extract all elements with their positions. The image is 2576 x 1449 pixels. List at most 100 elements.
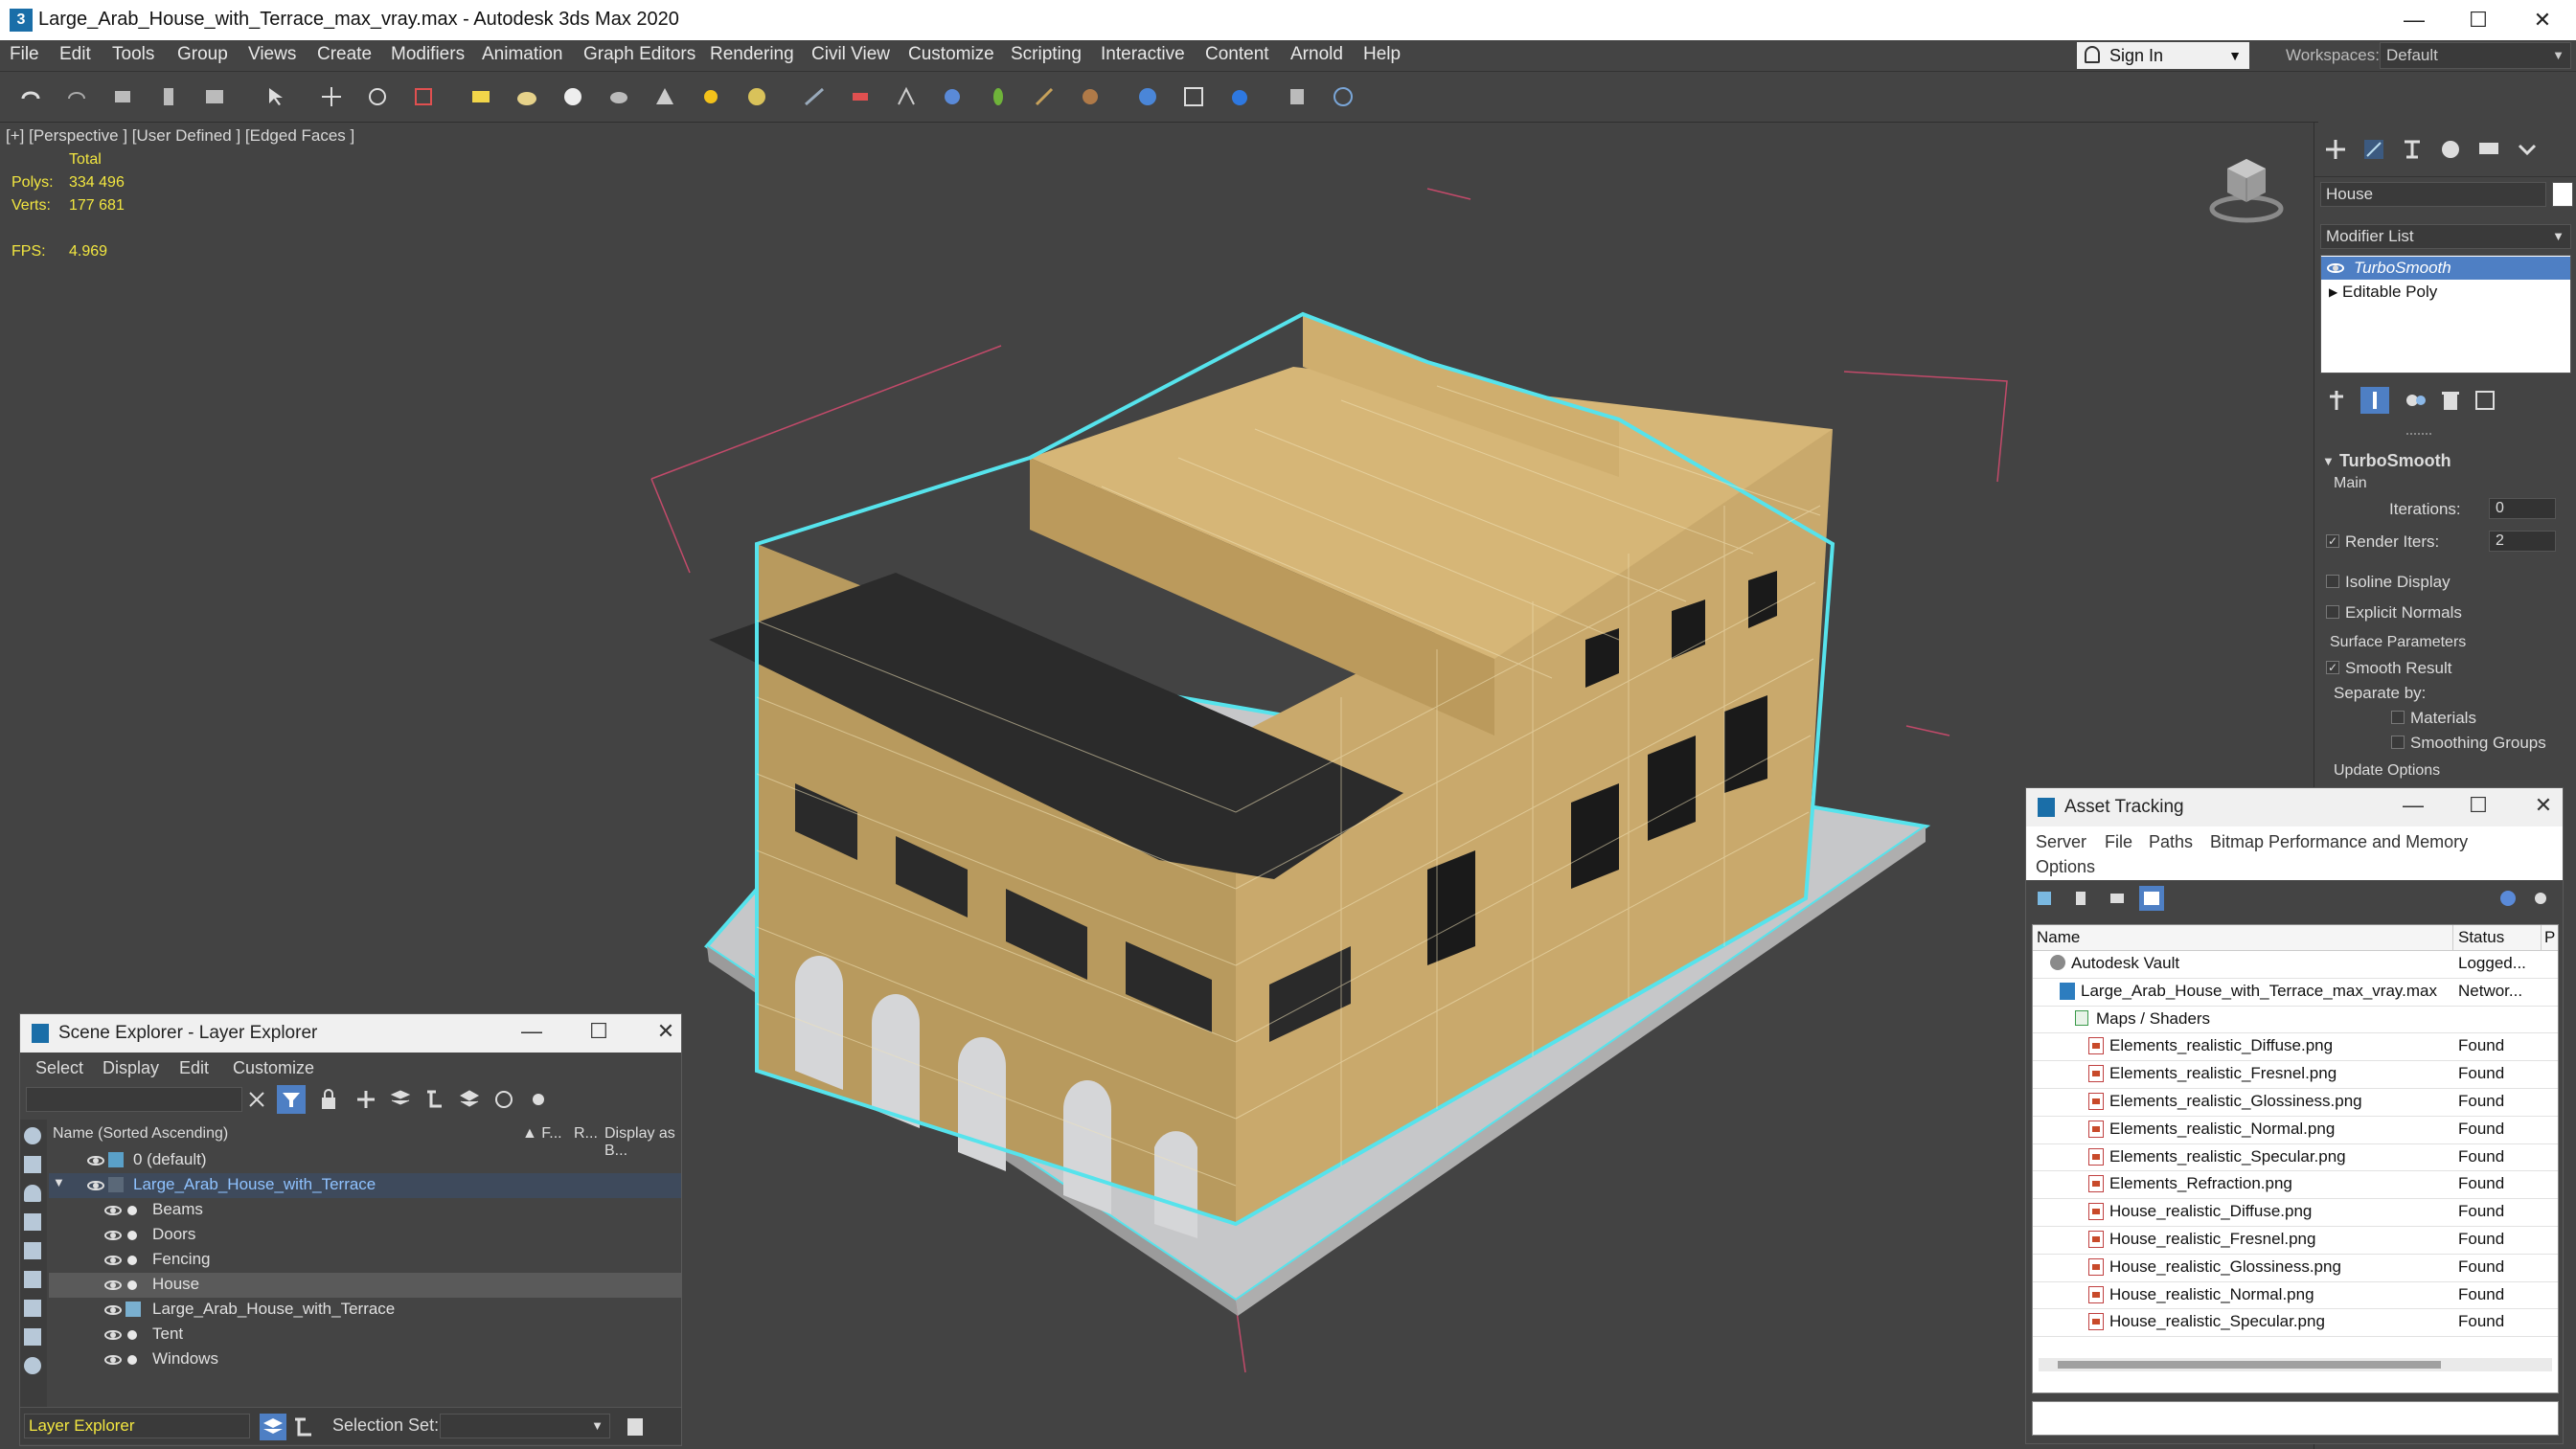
cameras-filter-icon[interactable] <box>24 1213 41 1231</box>
maximize-button[interactable]: ☐ <box>580 1019 618 1044</box>
scene-search-input[interactable] <box>26 1087 242 1112</box>
menu-content[interactable]: Content <box>1205 44 1269 65</box>
iterations-spinner[interactable]: 0 <box>2489 498 2556 519</box>
cloth-icon[interactable] <box>1079 85 1102 108</box>
maximize-button[interactable]: ☐ <box>2459 793 2497 818</box>
select-move-icon[interactable] <box>320 85 343 108</box>
menu-file[interactable]: File <box>2105 832 2132 852</box>
selection-set-dropdown[interactable]: ▼ <box>440 1414 610 1438</box>
eye-icon[interactable] <box>2327 263 2344 273</box>
asset-row[interactable]: House_realistic_Normal.png Found <box>2033 1281 2558 1310</box>
shapes-filter-icon[interactable] <box>24 1156 41 1173</box>
settings-icon[interactable] <box>528 1089 549 1110</box>
smooth-result-checkbox[interactable]: ✓ <box>2326 661 2339 674</box>
asset-row[interactable]: Elements_realistic_Diffuse.png Found <box>2033 1032 2558 1062</box>
make-unique-icon[interactable] <box>2405 389 2428 412</box>
schematic-icon[interactable] <box>895 85 918 108</box>
sign-in-dropdown[interactable]: Sign In ▼ <box>2077 42 2249 69</box>
utilities-tab-icon[interactable] <box>2516 138 2539 161</box>
asset-row[interactable]: Large_Arab_House_with_Terrace_max_vray.m… <box>2033 978 2558 1007</box>
pin-stack-icon[interactable] <box>2326 389 2347 412</box>
refresh-icon[interactable] <box>2036 890 2053 907</box>
lights-filter-icon[interactable] <box>24 1185 41 1202</box>
explorer-type-dropdown[interactable]: Layer Explorer <box>24 1414 250 1438</box>
menu-animation[interactable]: Animation <box>482 44 563 65</box>
layers-toggle-icon[interactable] <box>260 1414 286 1440</box>
asset-path-field[interactable] <box>2032 1401 2559 1436</box>
asset-row[interactable]: Elements_realistic_Fresnel.png Found <box>2033 1060 2558 1089</box>
eye-icon[interactable] <box>104 1256 122 1265</box>
edit-selection-set-icon[interactable] <box>624 1415 647 1438</box>
menu-options[interactable]: Options <box>2036 857 2095 877</box>
groups-filter-icon[interactable] <box>24 1300 41 1317</box>
render-iters-spinner[interactable]: 2 <box>2489 531 2556 552</box>
maximize-button[interactable]: ☐ <box>2450 4 2507 36</box>
motion-tab-icon[interactable] <box>2439 138 2462 161</box>
bones-filter-icon[interactable] <box>24 1357 41 1374</box>
menu-scripting[interactable]: Scripting <box>1011 44 1082 65</box>
align-icon[interactable] <box>849 85 872 108</box>
scene-explorer-titlebar[interactable]: Scene Explorer - Layer Explorer — ☐ ✕ <box>20 1014 681 1053</box>
menu-views[interactable]: Views <box>248 44 296 65</box>
select-scale-icon[interactable] <box>412 85 435 108</box>
object-row[interactable]: Doors <box>49 1223 681 1248</box>
menu-tools[interactable]: Tools <box>112 44 154 65</box>
menu-modifiers[interactable]: Modifiers <box>391 44 465 65</box>
teapot-icon[interactable] <box>607 85 630 108</box>
clear-search-icon[interactable] <box>248 1091 265 1108</box>
collapse-arrow-icon[interactable]: ▼ <box>2322 454 2335 468</box>
settings-icon[interactable] <box>2532 890 2549 907</box>
asset-row[interactable]: Autodesk Vault Logged... <box>2033 950 2558 979</box>
menu-bitmap-performance[interactable]: Bitmap Performance and Memory <box>2210 832 2468 852</box>
close-button[interactable]: ✕ <box>2514 4 2571 36</box>
eye-icon[interactable] <box>87 1181 104 1190</box>
select-link-icon[interactable] <box>111 85 134 108</box>
sphere-icon[interactable] <box>561 85 584 108</box>
asset-row[interactable]: Elements_realistic_Normal.png Found <box>2033 1116 2558 1144</box>
asset-row[interactable]: Elements_realistic_Glossiness.png Found <box>2033 1088 2558 1117</box>
minimize-button[interactable]: — <box>2385 4 2443 36</box>
column-frozen[interactable]: ▲ F... <box>522 1125 562 1143</box>
object-row[interactable]: Tent <box>49 1323 681 1347</box>
leaf-icon[interactable] <box>987 85 1010 108</box>
asset-row[interactable]: House_realistic_Glossiness.png Found <box>2033 1254 2558 1282</box>
bind-spacewarp-icon[interactable] <box>203 85 226 108</box>
spacewarps-filter-icon[interactable] <box>24 1271 41 1288</box>
helpers-filter-icon[interactable] <box>24 1242 41 1259</box>
render-frame-icon[interactable] <box>1182 85 1205 108</box>
menu-interactive[interactable]: Interactive <box>1101 44 1185 65</box>
eye-icon[interactable] <box>104 1280 122 1290</box>
asset-row[interactable]: Elements_realistic_Specular.png Found <box>2033 1143 2558 1172</box>
material-icon[interactable] <box>745 85 768 108</box>
close-button[interactable]: ✕ <box>2524 793 2563 818</box>
sync-selection-icon[interactable] <box>493 1089 514 1110</box>
object-row[interactable]: Fencing <box>49 1248 681 1273</box>
asset-row[interactable]: House_realistic_Specular.png Found <box>2033 1308 2558 1338</box>
list-view-icon[interactable] <box>2072 890 2089 907</box>
table-view-icon[interactable] <box>2139 886 2164 911</box>
eye-icon[interactable] <box>104 1206 122 1215</box>
trash-icon[interactable] <box>2439 389 2462 412</box>
menu-server[interactable]: Server <box>2036 832 2086 852</box>
menu-help[interactable]: Help <box>1363 44 1401 65</box>
object-row[interactable]: Windows <box>49 1347 681 1372</box>
eye-icon[interactable] <box>104 1231 122 1240</box>
menu-edit[interactable]: Edit <box>179 1058 209 1078</box>
modifier-list-dropdown[interactable]: Modifier List ▼ <box>2320 224 2571 249</box>
cylinder-icon[interactable] <box>515 85 538 108</box>
scrollbar-thumb[interactable] <box>2058 1361 2441 1369</box>
object-color-swatch[interactable] <box>2552 182 2573 207</box>
cone-icon[interactable] <box>653 85 676 108</box>
scene-converter-icon[interactable] <box>1286 85 1309 108</box>
help-icon[interactable] <box>2499 890 2517 907</box>
render-iters-checkbox[interactable]: ✓ <box>2326 534 2339 548</box>
material-editor-icon[interactable] <box>941 85 964 108</box>
hair-icon[interactable] <box>1033 85 1056 108</box>
create-tab-icon[interactable] <box>2324 138 2347 161</box>
panel-divider[interactable] <box>2406 433 2431 439</box>
asset-row[interactable]: Elements_Refraction.png Found <box>2033 1170 2558 1200</box>
minimize-button[interactable]: — <box>513 1019 551 1044</box>
isoline-display-checkbox[interactable] <box>2326 575 2339 588</box>
filter-icon[interactable] <box>277 1085 306 1114</box>
eye-icon[interactable] <box>104 1355 122 1365</box>
